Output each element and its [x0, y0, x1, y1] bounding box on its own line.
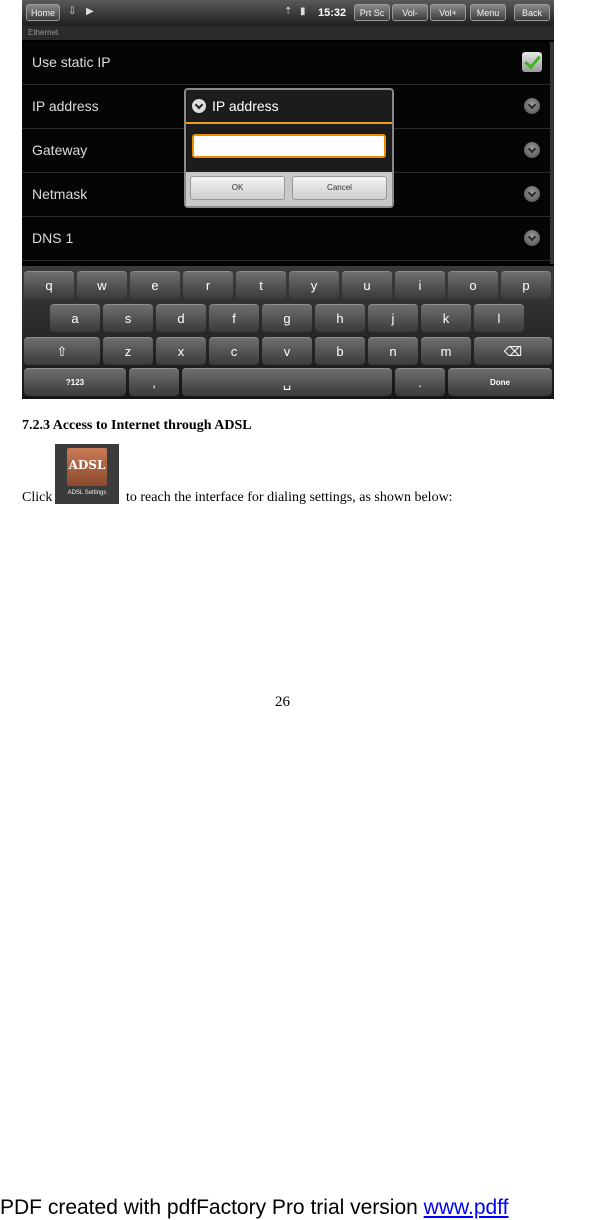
key-h[interactable]: h — [315, 304, 365, 332]
key-w[interactable]: w — [77, 271, 127, 299]
key-j[interactable]: j — [368, 304, 418, 332]
adsl-settings-icon: ADSL ADSL Settings — [55, 444, 119, 504]
ip-address-dialog: IP address OK Cancel — [184, 88, 394, 208]
key-k[interactable]: k — [421, 304, 471, 332]
chevron-down-icon — [524, 186, 540, 202]
soft-keyboard: q w e r t y u i o p a s d f g h j k l ⇧ z x c v b n m ⌫ ?123, ␣. Done — [22, 266, 554, 399]
page-number: 26 — [275, 694, 290, 710]
setting-dns-1[interactable]: DNS 1 — [22, 218, 550, 261]
adsl-tile-text: ADSL — [68, 458, 106, 472]
setting-label: Gateway — [32, 142, 88, 158]
key-i[interactable]: i — [395, 271, 445, 299]
section-header: Ethernet — [22, 26, 554, 40]
volume-down-button[interactable]: Vol- — [392, 4, 428, 21]
key-z[interactable]: z — [103, 337, 153, 365]
section-heading: 7.2.3 Access to Internet through ADSL — [22, 418, 252, 433]
wifi-icon: ⇡ — [284, 6, 293, 17]
key-v[interactable]: v — [262, 337, 312, 365]
cancel-button[interactable]: Cancel — [292, 176, 387, 200]
ok-button[interactable]: OK — [190, 176, 285, 200]
key-u[interactable]: u — [342, 271, 392, 299]
space-key[interactable]: ␣ — [182, 368, 392, 396]
dialog-title: IP address — [192, 98, 279, 114]
click-text: Click — [22, 490, 53, 505]
done-key[interactable]: Done — [448, 368, 552, 396]
key-r[interactable]: r — [183, 271, 233, 299]
adsl-icon-caption: ADSL Settings — [67, 490, 107, 496]
key-f[interactable]: f — [209, 304, 259, 332]
static-ip-checkbox[interactable] — [522, 52, 542, 72]
key-g[interactable]: g — [262, 304, 312, 332]
key-s[interactable]: s — [103, 304, 153, 332]
status-bar: Home ⇩ ▶ ⇡ ▮ 15:32 Prt Sc Vol- Vol+ Menu… — [22, 0, 554, 26]
key-n[interactable]: n — [368, 337, 418, 365]
key-m[interactable]: m — [421, 337, 471, 365]
shift-key[interactable]: ⇧ — [24, 337, 100, 365]
key-d[interactable]: d — [156, 304, 206, 332]
setting-label: IP address — [32, 98, 99, 114]
chevron-down-icon — [524, 230, 540, 246]
key-x[interactable]: x — [156, 337, 206, 365]
play-icon: ▶ — [86, 6, 94, 17]
period-key[interactable]: . — [395, 368, 445, 396]
scrollbar[interactable] — [550, 42, 554, 264]
key-q[interactable]: q — [24, 271, 74, 299]
dialog-divider — [186, 122, 392, 124]
instruction-text: to reach the interface for dialing setti… — [126, 490, 453, 505]
dialog-title-text: IP address — [212, 98, 279, 114]
key-t[interactable]: t — [236, 271, 286, 299]
battery-icon: ▮ — [300, 6, 306, 17]
usb-icon: ⇩ — [68, 6, 77, 17]
menu-button[interactable]: Menu — [470, 4, 506, 21]
ip-address-input[interactable] — [192, 134, 386, 158]
back-button[interactable]: Back — [514, 4, 550, 21]
volume-up-button[interactable]: Vol+ — [430, 4, 466, 21]
home-button[interactable]: Home — [26, 4, 60, 21]
key-y[interactable]: y — [289, 271, 339, 299]
key-e[interactable]: e — [130, 271, 180, 299]
print-screen-button[interactable]: Prt Sc — [354, 4, 390, 21]
chevron-down-icon — [524, 142, 540, 158]
tablet-screenshot: Home ⇩ ▶ ⇡ ▮ 15:32 Prt Sc Vol- Vol+ Menu… — [22, 0, 554, 399]
setting-label: DNS 1 — [32, 230, 74, 246]
chevron-down-icon — [192, 99, 206, 113]
setting-label: Netmask — [32, 186, 88, 202]
key-o[interactable]: o — [448, 271, 498, 299]
key-c[interactable]: c — [209, 337, 259, 365]
footer-text: PDF created with pdfFactory Pro trial ve… — [0, 1196, 424, 1219]
footer-link[interactable]: www.pdff — [424, 1196, 509, 1219]
clock: 15:32 — [318, 7, 347, 19]
dialog-button-bar: OK Cancel — [186, 172, 392, 206]
backspace-key[interactable]: ⌫ — [474, 337, 552, 365]
symbols-key[interactable]: ?123 — [24, 368, 126, 396]
setting-use-static-ip[interactable]: Use static IP — [22, 42, 550, 85]
key-l[interactable]: l — [474, 304, 524, 332]
setting-label: Use static IP — [32, 54, 111, 70]
chevron-down-icon — [524, 98, 540, 114]
key-p[interactable]: p — [501, 271, 551, 299]
comma-key[interactable]: , — [129, 368, 179, 396]
key-a[interactable]: a — [50, 304, 100, 332]
key-b[interactable]: b — [315, 337, 365, 365]
pdf-footer: PDF created with pdfFactory Pro trial ve… — [0, 1196, 508, 1220]
adsl-tile: ADSL — [67, 448, 107, 486]
